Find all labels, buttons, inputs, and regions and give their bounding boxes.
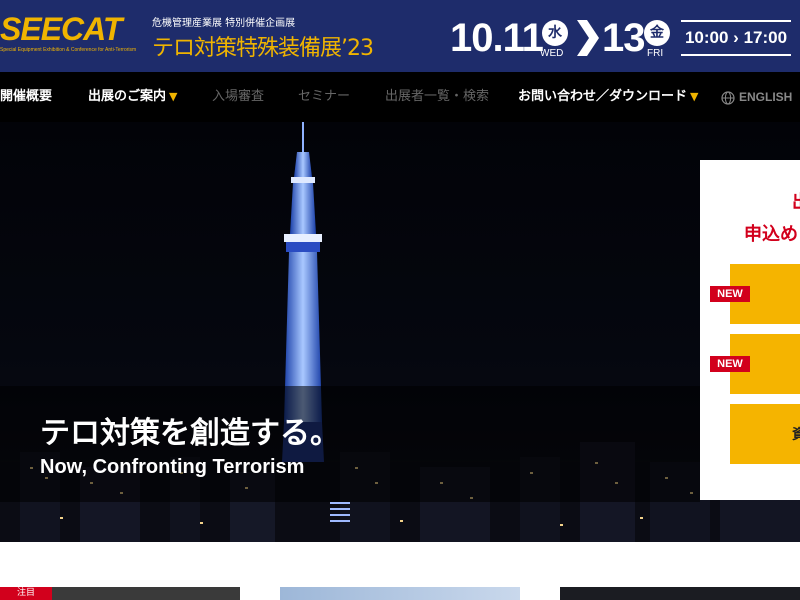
hero-title-jp: テロ対策を創造する。 bbox=[40, 416, 340, 451]
logo-text: SEECAT bbox=[0, 11, 122, 47]
nav-label: 入場審査 bbox=[212, 89, 265, 104]
new-badge: NEW bbox=[710, 356, 750, 372]
expo-title: テロ対策特殊装備展’23 bbox=[152, 36, 374, 61]
globe-icon bbox=[721, 91, 735, 105]
caret-down-icon: ▼ bbox=[690, 90, 699, 103]
hero-caption: テロ対策を創造する。 Now, Confronting Terrorism bbox=[0, 386, 700, 502]
nav-label: ENGLISH bbox=[739, 90, 793, 104]
panel-button-label: 資 bbox=[792, 427, 800, 443]
site-header: SEECAT Special Equipment Exhibition & Co… bbox=[0, 0, 800, 72]
new-badge: NEW bbox=[710, 286, 750, 302]
nav-item-overview[interactable]: 開催概要 bbox=[0, 72, 52, 122]
caret-down-icon: ▼ bbox=[169, 90, 178, 103]
event-hours: 10:00 › 17:00 bbox=[681, 20, 791, 56]
time-start: 10:00 bbox=[684, 28, 729, 47]
time-end: 17:00 bbox=[743, 28, 788, 47]
nav-item-exhibitor-list[interactable]: 出展者一覧・検索 bbox=[385, 72, 489, 122]
card-tag: 注目 bbox=[0, 587, 52, 600]
panel-heading-line1: 出 bbox=[792, 188, 800, 214]
expo-subtitle: 危機管理産業展 特別併催企画展 bbox=[152, 18, 296, 29]
time-arrow-icon: › bbox=[733, 28, 744, 47]
nav-item-seminar[interactable]: セミナー bbox=[298, 72, 350, 122]
seecat-logo[interactable]: SEECAT Special Equipment Exhibition & Co… bbox=[0, 12, 145, 62]
end-day-badge: 金 bbox=[644, 20, 670, 46]
start-day-badge: 水 bbox=[542, 20, 568, 46]
main-nav: 開催概要 出展のご案内 ▼ 入場審査 セミナー 出展者一覧・検索 お問い合わせ／ダ… bbox=[0, 72, 800, 122]
hero-title-en: Now, Confronting Terrorism bbox=[40, 456, 305, 478]
nav-label: お問い合わせ／ダウンロード bbox=[518, 89, 688, 104]
start-day-en: WED bbox=[540, 48, 564, 59]
nav-item-exhibitor-info[interactable]: 出展のご案内 ▼ bbox=[88, 72, 177, 122]
nav-label: 出展者一覧・検索 bbox=[385, 89, 490, 104]
nav-label: 開催概要 bbox=[0, 89, 53, 104]
panel-heading-line2: 申込め bbox=[744, 224, 798, 245]
start-date: 10.11 bbox=[450, 16, 544, 60]
news-card-3[interactable] bbox=[560, 587, 800, 600]
nav-item-contact-download[interactable]: お問い合わせ／ダウンロード ▼ bbox=[518, 72, 698, 122]
panel-button-3[interactable]: 資 bbox=[730, 404, 800, 464]
end-date: 13 bbox=[602, 16, 645, 60]
news-card-2[interactable] bbox=[280, 587, 520, 600]
nav-item-admission[interactable]: 入場審査 bbox=[212, 72, 264, 122]
date-range-arrow-icon bbox=[577, 20, 599, 56]
hero-banner: テロ対策を創造する。 Now, Confronting Terrorism bbox=[0, 122, 800, 542]
news-card-1[interactable]: 注目 bbox=[0, 587, 240, 600]
logo-subtitle: Special Equipment Exhibition & Conferenc… bbox=[0, 47, 137, 53]
nav-label: セミナー bbox=[298, 89, 351, 104]
application-panel: 出 申込め NEW NEW 資 bbox=[700, 160, 800, 500]
nav-item-english[interactable]: ENGLISH bbox=[721, 72, 792, 122]
end-day-en: FRI bbox=[647, 48, 664, 59]
nav-label: 出展のご案内 bbox=[88, 89, 167, 104]
